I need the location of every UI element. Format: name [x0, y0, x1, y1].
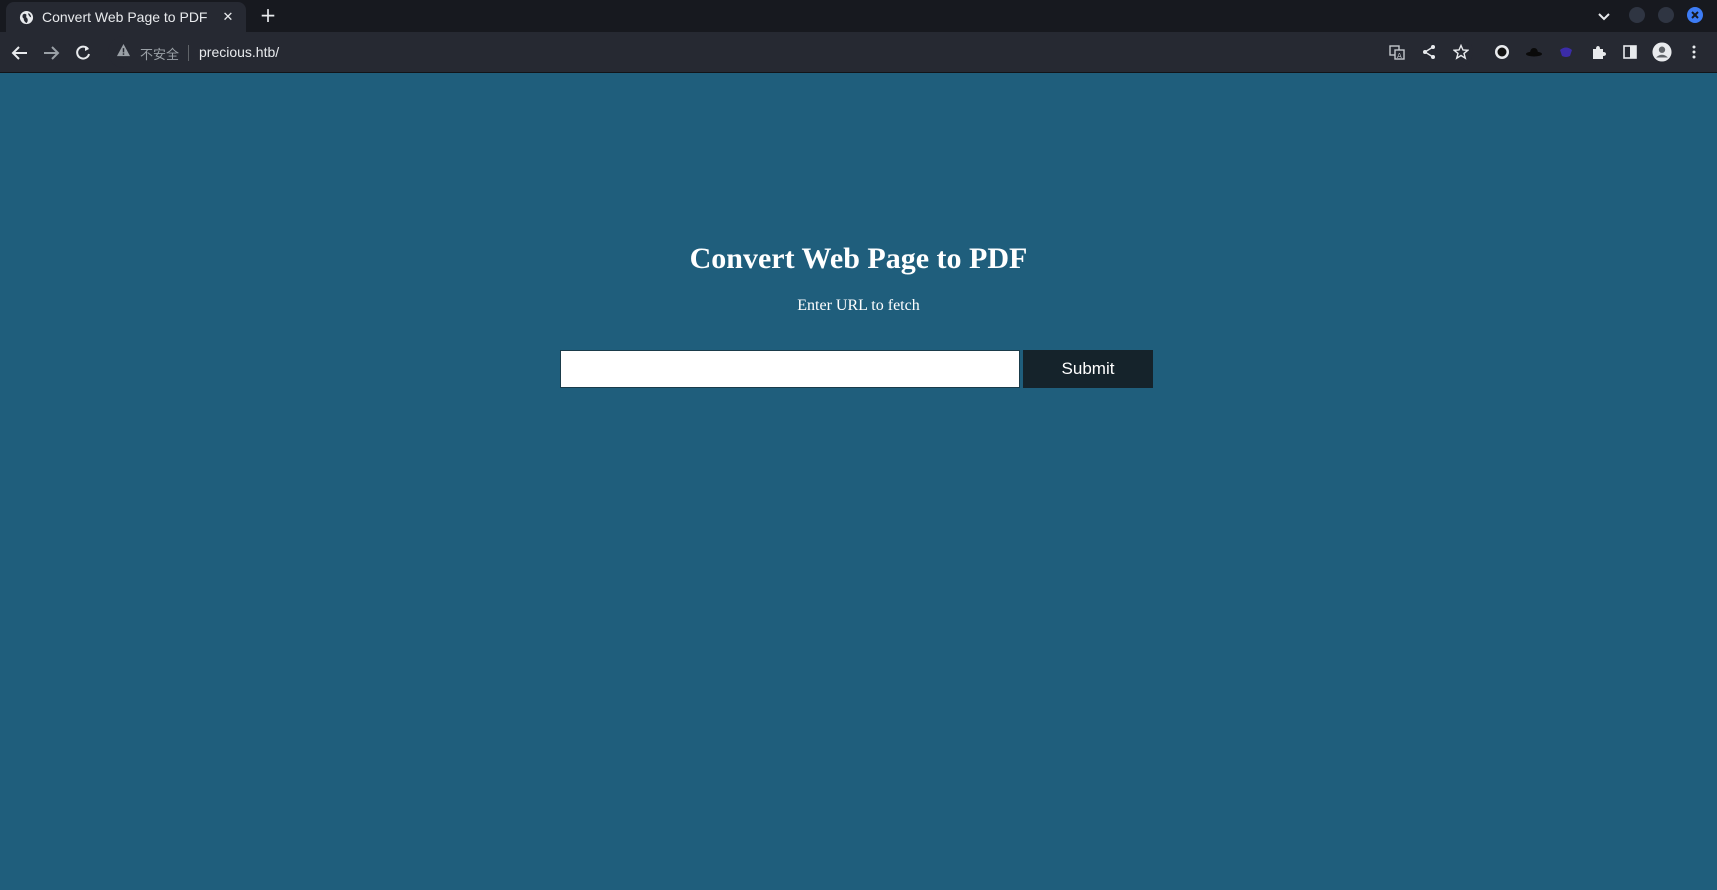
star-icon[interactable] [1451, 42, 1471, 62]
warning-icon[interactable] [116, 43, 132, 59]
page-title: Convert Web Page to PDF [689, 242, 1028, 275]
forward-icon[interactable] [41, 43, 61, 63]
browser-toolbar: 不安全 precious.htb/ A 2 [0, 32, 1717, 98]
svg-text:A: A [1397, 52, 1402, 60]
address-bar[interactable] [108, 36, 1473, 68]
address-separator [188, 45, 189, 61]
extension-purple-icon[interactable] [1556, 42, 1576, 62]
extension-hat-icon[interactable] [1524, 42, 1544, 62]
new-tab-button[interactable]: + [258, 5, 278, 26]
submit-button[interactable]: Submit [1023, 350, 1153, 388]
globe-icon [18, 9, 34, 25]
browser-tab[interactable]: Convert Web Page to PDF ✕ [6, 2, 246, 32]
url-input[interactable] [560, 350, 1020, 388]
tab-strip: Convert Web Page to PDF ✕ + [0, 0, 1717, 32]
tab-search-icon[interactable] [1596, 8, 1612, 24]
translate-icon[interactable]: A [1387, 42, 1407, 62]
sidepanel-icon[interactable] [1620, 42, 1640, 62]
tab-title: Convert Web Page to PDF [42, 9, 208, 25]
back-icon[interactable] [10, 43, 30, 63]
puzzle-icon[interactable] [1588, 42, 1608, 62]
maximize-button[interactable] [1658, 7, 1674, 23]
share-icon[interactable] [1419, 42, 1439, 62]
url-text[interactable]: precious.htb/ [199, 44, 279, 60]
page-content: Convert Web Page to PDF Enter URL to fet… [0, 74, 1717, 890]
reload-icon[interactable] [73, 43, 93, 63]
menu-icon[interactable] [1684, 42, 1704, 62]
close-tab-icon[interactable]: ✕ [220, 10, 236, 25]
extension-circle-icon[interactable] [1492, 42, 1512, 62]
minimize-button[interactable] [1629, 7, 1645, 23]
profile-icon[interactable] [1652, 42, 1672, 62]
close-window-button[interactable] [1687, 7, 1703, 23]
page-subtitle: Enter URL to fetch [797, 297, 920, 314]
security-label[interactable]: 不安全 [140, 44, 179, 63]
